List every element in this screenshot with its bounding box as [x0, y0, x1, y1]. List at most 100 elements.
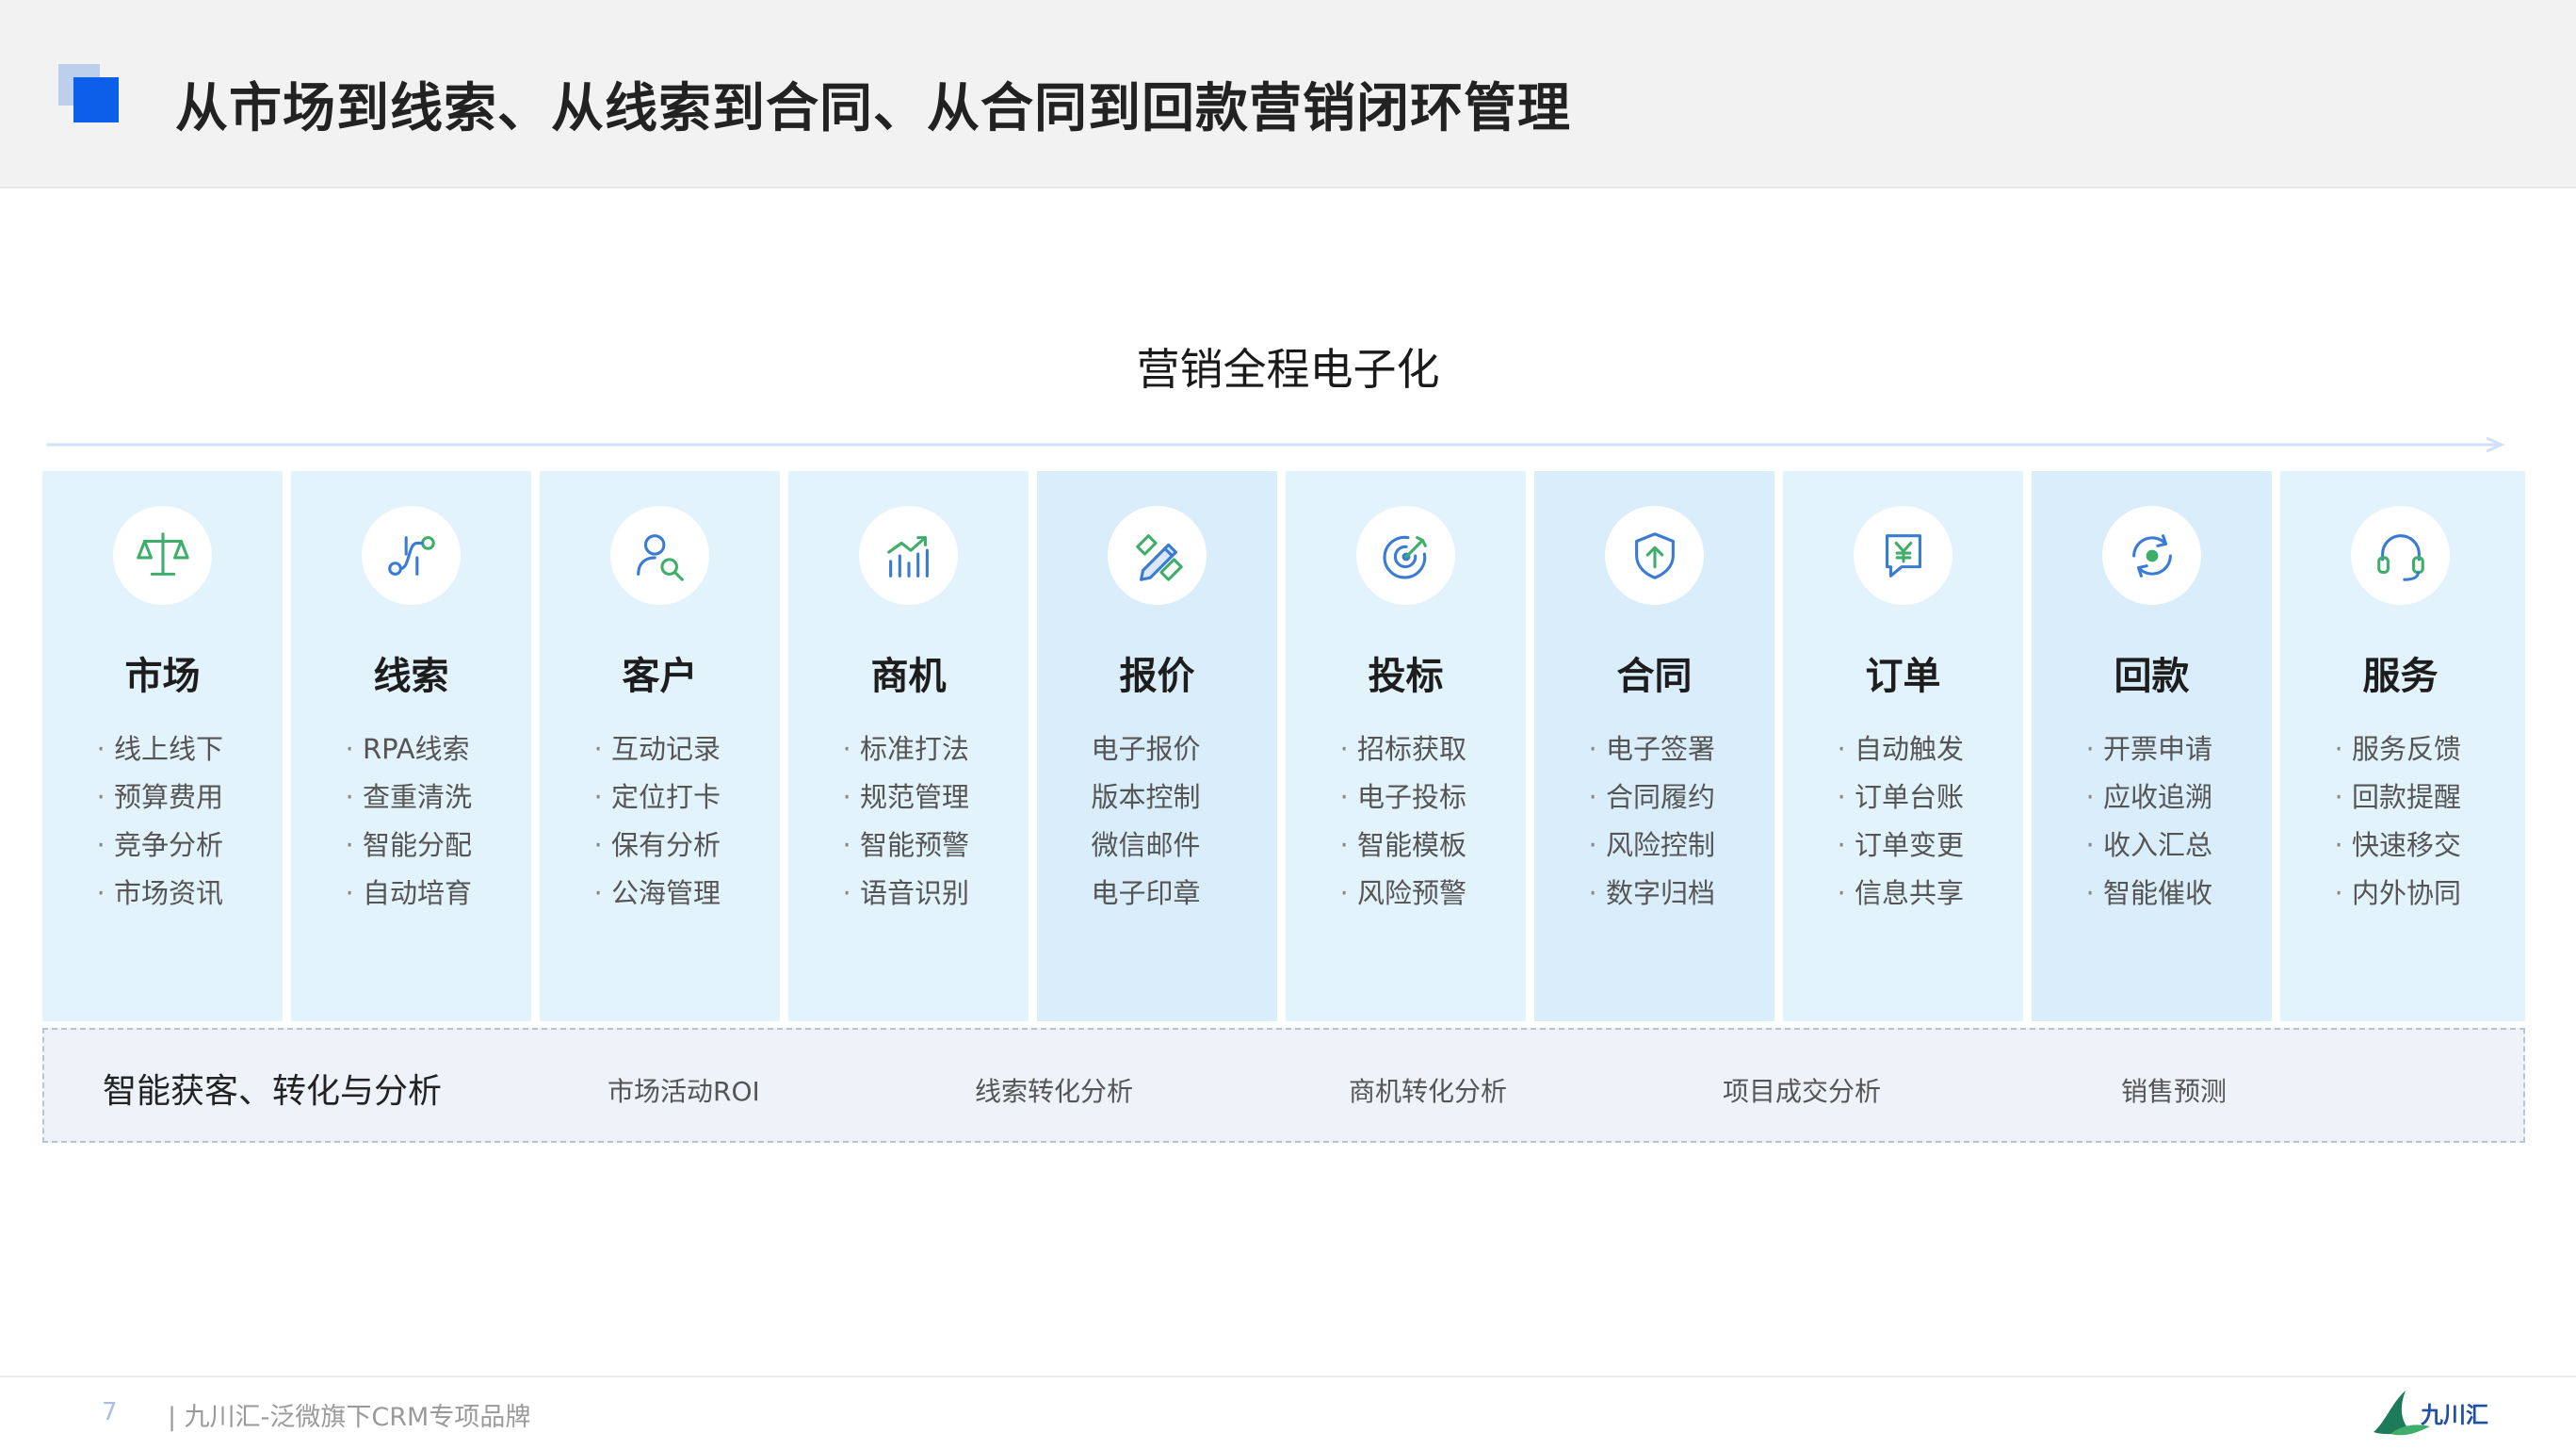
stage-item-list: 电子报价 版本控制 微信邮件 电子印章 — [1037, 725, 1277, 918]
stage-item: 服务反馈 — [2335, 725, 2467, 773]
stage-title: 服务 — [2362, 655, 2438, 698]
stage-item: 风险控制 — [1589, 822, 1721, 870]
footer-divider — [0, 1376, 2576, 1377]
route-icon — [387, 535, 435, 576]
stage-title: 客户 — [622, 655, 698, 698]
stage-title: 投标 — [1368, 655, 1444, 698]
icon-badge — [362, 506, 461, 605]
stage-item: 规范管理 — [843, 773, 975, 822]
stage-item: 电子印章 — [1091, 877, 1201, 909]
stage-column-bidding: 投标 招标获取 电子投标 智能模板 风险预警 — [1286, 471, 1526, 1021]
stage-column-quote: 报价 电子报价 版本控制 微信邮件 电子印章 — [1037, 471, 1277, 1021]
icon-badge — [2351, 506, 2450, 605]
icon-badge — [1356, 506, 1455, 605]
stage-item: 招标获取 — [1340, 725, 1472, 773]
stage-item: 智能分配 — [346, 822, 478, 870]
stage-column-service: 服务 服务反馈 回款提醒 快速移交 内外协同 — [2280, 471, 2525, 1021]
icon-badge — [113, 506, 212, 605]
stage-title: 订单 — [1865, 655, 1941, 698]
pencil-ruler-icon — [1135, 533, 1183, 581]
yuan-document-icon — [1885, 533, 1921, 578]
target-icon — [1383, 535, 1427, 578]
analysis-item-opportunity: 商机转化分析 — [1349, 1076, 1508, 1107]
stage-column-payment: 回款 开票申请 应收追溯 收入汇总 智能催收 — [2032, 471, 2272, 1021]
analysis-label: 智能获客、转化与分析 — [103, 1072, 443, 1111]
stage-item-list: 电子签署 合同履约 风险控制 数字归档 — [1534, 725, 1774, 918]
stage-item: 应收追溯 — [2086, 773, 2218, 822]
analysis-item-roi: 市场活动ROI — [608, 1076, 760, 1107]
shield-arrow-icon — [1634, 531, 1675, 579]
stage-item: 互动记录 — [594, 725, 726, 773]
stage-title: 线索 — [373, 655, 449, 698]
stage-item: 预算费用 — [97, 773, 229, 822]
stage-item-list: 标准打法 规范管理 智能预警 语音识别 — [788, 725, 1029, 918]
icon-badge — [610, 506, 709, 605]
stage-title: 回款 — [2114, 655, 2190, 698]
stage-item: 微信邮件 — [1091, 829, 1201, 861]
stage-item: 线上线下 — [97, 725, 229, 773]
footer-brand-text: | 九川汇-泛微旗下CRM专项品牌 — [168, 1403, 531, 1432]
stage-item: 合同履约 — [1589, 773, 1721, 822]
stage-item: 开票申请 — [2086, 725, 2218, 773]
stage-item-list: 服务反馈 回款提醒 快速移交 内外协同 — [2280, 725, 2520, 918]
user-search-icon — [636, 533, 684, 581]
stage-column-leads: 线索 RPA线索 查重清洗 智能分配 自动培育 — [291, 471, 531, 1021]
stage-item-list: RPA线索 查重清洗 智能分配 自动培育 — [291, 725, 531, 918]
stage-title: 报价 — [1119, 655, 1195, 698]
brand-logo-text: 九川汇 — [2420, 1402, 2488, 1428]
header-bar: 从市场到线索、从线索到合同、从合同到回款营销闭环管理 — [0, 0, 2576, 188]
stage-title: 合同 — [1616, 655, 1693, 698]
icon-badge — [1108, 506, 1207, 605]
stage-item: 智能催收 — [2086, 870, 2218, 918]
stage-title: 商机 — [870, 655, 947, 698]
stage-column-opportunity: 商机 标准打法 规范管理 智能预警 语音识别 — [788, 471, 1029, 1021]
icon-badge — [859, 506, 958, 605]
stage-columns: 市场 线上线下 预算费用 竞争分析 市场资讯 线索 RPA线索 查重清洗 智能分… — [42, 471, 2525, 1021]
stage-item: 电子投标 — [1340, 773, 1472, 822]
stage-item-list: 开票申请 应收追溯 收入汇总 智能催收 — [2032, 725, 2272, 918]
stage-item-list: 自动触发 订单台账 订单变更 信息共享 — [1783, 725, 2023, 918]
stage-item: 查重清洗 — [346, 773, 478, 822]
analysis-item-leads: 线索转化分析 — [975, 1076, 1134, 1107]
title-square-icon — [58, 64, 121, 122]
stage-column-market: 市场 线上线下 预算费用 竞争分析 市场资讯 — [42, 471, 283, 1021]
stage-title: 市场 — [124, 655, 201, 698]
headset-icon — [2376, 533, 2424, 581]
analysis-item-forecast: 销售预测 — [2121, 1076, 2228, 1107]
stage-item: 信息共享 — [1838, 870, 1969, 918]
stage-column-customer: 客户 互动记录 定位打卡 保有分析 公海管理 — [540, 471, 780, 1021]
stage-item: 公海管理 — [594, 870, 726, 918]
flow-arrow-icon — [47, 437, 2505, 452]
stage-item-list: 招标获取 电子投标 智能模板 风险预警 — [1286, 725, 1526, 918]
icon-badge — [2102, 506, 2201, 605]
section-subtitle: 营销全程电子化 — [1136, 344, 1440, 395]
stage-item: 订单变更 — [1838, 822, 1969, 870]
trend-chart-icon — [886, 535, 929, 578]
analysis-bar: 智能获客、转化与分析 市场活动ROI 线索转化分析 商机转化分析 项目成交分析 … — [42, 1028, 2525, 1143]
stage-item: 标准打法 — [843, 725, 975, 773]
stage-item: 快速移交 — [2335, 822, 2467, 870]
stage-item: 收入汇总 — [2086, 822, 2218, 870]
refresh-cycle-icon — [2131, 533, 2172, 578]
stage-item: 定位打卡 — [594, 773, 726, 822]
stage-item: 智能模板 — [1340, 822, 1472, 870]
stage-column-contract: 合同 电子签署 合同履约 风险控制 数字归档 — [1534, 471, 1774, 1021]
analysis-item-deal: 项目成交分析 — [1723, 1076, 1882, 1107]
stage-item: 版本控制 — [1091, 781, 1201, 813]
stage-item: 回款提醒 — [2335, 773, 2467, 822]
page-title: 从市场到线索、从线索到合同、从合同到回款营销闭环管理 — [175, 78, 1571, 139]
stage-item-list: 互动记录 定位打卡 保有分析 公海管理 — [540, 725, 780, 918]
icon-badge — [1605, 506, 1704, 605]
stage-item: 竞争分析 — [97, 822, 229, 870]
stage-item: 智能预警 — [843, 822, 975, 870]
stage-item: 市场资讯 — [97, 870, 229, 918]
stage-item: 内外协同 — [2335, 870, 2467, 918]
stage-item: 数字归档 — [1589, 870, 1721, 918]
stage-item: 风险预警 — [1340, 870, 1472, 918]
stage-item: 自动培育 — [346, 870, 478, 918]
stage-item: 电子签署 — [1589, 725, 1721, 773]
stage-item: RPA线索 — [346, 725, 478, 773]
brand-logo: 九川汇 — [2373, 1391, 2488, 1436]
balance-scale-icon — [136, 531, 189, 576]
icon-badge — [1854, 506, 1952, 605]
